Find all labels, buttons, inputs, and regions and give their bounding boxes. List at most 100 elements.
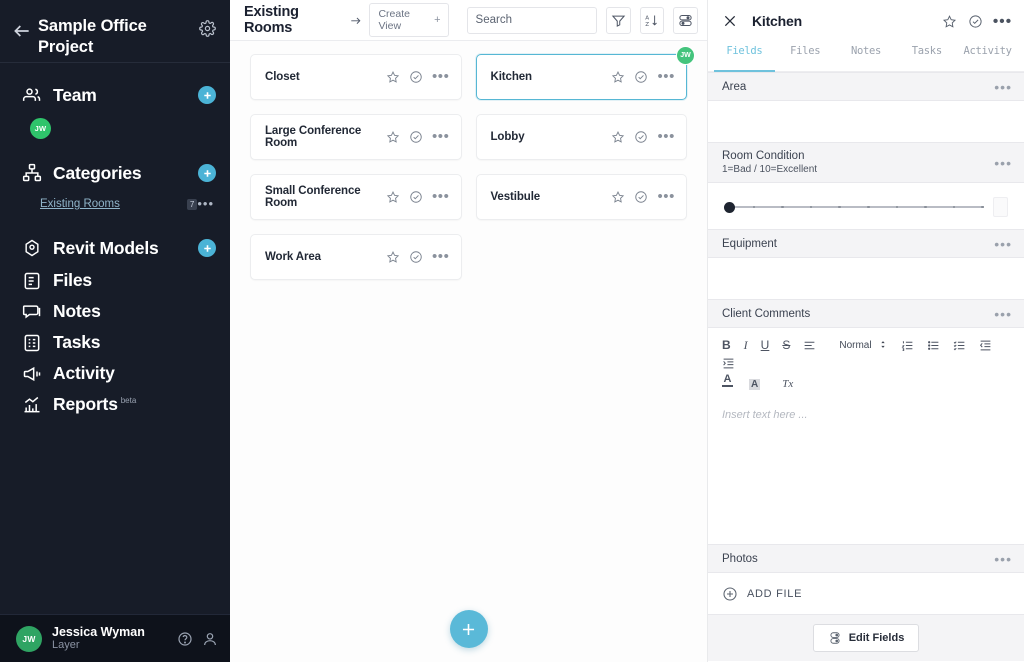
sidebar-item-reports[interactable]: Reports beta [0,389,230,420]
slider-row [708,183,1024,229]
sidebar-item-team[interactable]: Team [0,75,230,115]
add-team-member-button[interactable] [198,86,216,104]
bold-icon[interactable]: B [722,336,731,354]
avatar[interactable]: JW [676,46,695,65]
bullet-list-icon[interactable] [927,336,940,354]
room-card[interactable]: Vestibule ••• [475,174,687,220]
arrow-left-icon[interactable] [12,21,32,41]
star-icon[interactable] [611,190,625,204]
detail-panel-title: Kitchen [752,13,802,29]
search-placeholder: Search [475,14,512,26]
room-card[interactable]: Work Area ••• [250,234,462,280]
page-title: Existing Rooms [244,4,299,36]
field-more-icon[interactable]: ••• [994,156,1012,170]
text-color-icon[interactable]: A [722,374,733,393]
close-icon[interactable] [722,13,738,29]
detail-panel-more-icon[interactable]: ••• [993,13,1012,29]
field-value-equipment[interactable] [708,258,1024,299]
card-wrapper: Small Conference Room ••• [243,174,469,234]
plus-circle-icon [722,586,738,602]
tab-activity[interactable]: Activity [957,42,1018,71]
sidebar-item-notes[interactable]: Notes [0,296,230,327]
room-card[interactable]: Small Conference Room ••• [250,174,462,220]
field-more-icon[interactable]: ••• [994,237,1012,251]
sidebar-item-tasks[interactable]: Tasks [0,327,230,358]
check-circle-icon[interactable] [409,250,423,264]
sidebar-item-files[interactable]: Files [0,265,230,296]
field-more-icon[interactable]: ••• [994,80,1012,94]
field-label: Photos [722,552,758,565]
underline-icon[interactable]: U [761,336,770,354]
check-circle-icon[interactable] [409,70,423,84]
sidebar-item-existing-rooms[interactable]: Existing Rooms 7 ••• [0,193,230,215]
clear-format-icon[interactable]: Tx [782,375,793,393]
tab-fields[interactable]: Fields [714,42,775,72]
updown-caret-icon[interactable] [879,338,887,353]
tab-notes[interactable]: Notes [836,42,897,71]
gear-icon[interactable] [199,20,216,37]
star-icon[interactable] [611,130,625,144]
room-card-more-icon[interactable]: ••• [432,129,450,144]
sidebar-item-categories[interactable]: Categories [0,153,230,193]
star-icon[interactable] [386,130,400,144]
check-circle-icon[interactable] [968,14,983,29]
avatar[interactable]: JW [30,117,51,139]
room-card-more-icon[interactable]: ••• [432,249,450,264]
star-icon[interactable] [386,190,400,204]
strikethrough-icon[interactable]: S [782,336,790,354]
text-style-select[interactable]: Normal [839,340,871,351]
room-card[interactable]: Large Conference Room ••• [250,114,462,160]
revit-icon [22,239,42,257]
ordered-list-icon[interactable] [901,336,914,354]
check-circle-icon[interactable] [634,70,648,84]
client-comments-input[interactable]: Insert text here ... [708,399,1024,544]
room-card-more-icon[interactable]: ••• [657,129,675,144]
outdent-icon[interactable] [979,336,992,354]
room-card[interactable]: Closet ••• [250,54,462,100]
check-circle-icon[interactable] [634,190,648,204]
room-card-more-icon[interactable]: ••• [432,189,450,204]
room-card[interactable]: Kitchen ••• [475,54,687,100]
room-card-more-icon[interactable]: ••• [657,189,675,204]
field-more-icon[interactable]: ••• [994,307,1012,321]
edit-fields-button[interactable]: Edit Fields [812,624,920,652]
room-card-more-icon[interactable]: ••• [657,69,675,84]
tab-tasks[interactable]: Tasks [896,42,957,71]
check-list-icon[interactable] [953,336,966,354]
category-more-icon[interactable]: ••• [197,197,214,210]
indent-icon[interactable] [722,354,735,372]
person-icon[interactable] [202,631,218,647]
check-circle-icon[interactable] [409,130,423,144]
star-icon[interactable] [386,250,400,264]
check-circle-icon[interactable] [409,190,423,204]
avatar[interactable]: JW [16,625,42,652]
italic-icon[interactable]: I [744,336,748,354]
star-icon[interactable] [611,70,625,84]
align-icon[interactable] [803,336,816,354]
slider-value-box[interactable] [993,197,1008,217]
sidebar-item-activity[interactable]: Activity [0,358,230,389]
check-circle-icon[interactable] [634,130,648,144]
create-view-button[interactable]: Create View + [369,3,449,37]
field-value-area[interactable] [708,101,1024,142]
sidebar-nav-label: Notes [53,301,101,321]
sidebar-item-revit-models[interactable]: Revit Models [0,231,230,265]
room-condition-slider[interactable] [724,201,984,213]
add-category-button[interactable] [198,164,216,182]
sort-az-icon[interactable]: AZ [639,6,665,34]
filter-icon[interactable] [605,6,631,34]
star-icon[interactable] [942,14,957,29]
highlight-icon[interactable]: A [749,375,761,393]
group-icon[interactable] [673,6,698,34]
star-icon[interactable] [386,70,400,84]
field-more-icon[interactable]: ••• [994,552,1012,566]
room-card[interactable]: Lobby ••• [475,114,687,160]
add-file-button[interactable]: ADD FILE [708,573,1024,614]
tab-files[interactable]: Files [775,42,836,71]
add-revit-model-button[interactable] [198,239,216,257]
slider-knob[interactable] [724,201,735,213]
room-card-more-icon[interactable]: ••• [432,69,450,84]
search-input[interactable]: Search [466,6,597,34]
add-room-button[interactable] [449,610,488,648]
question-circle-icon[interactable] [177,631,193,647]
